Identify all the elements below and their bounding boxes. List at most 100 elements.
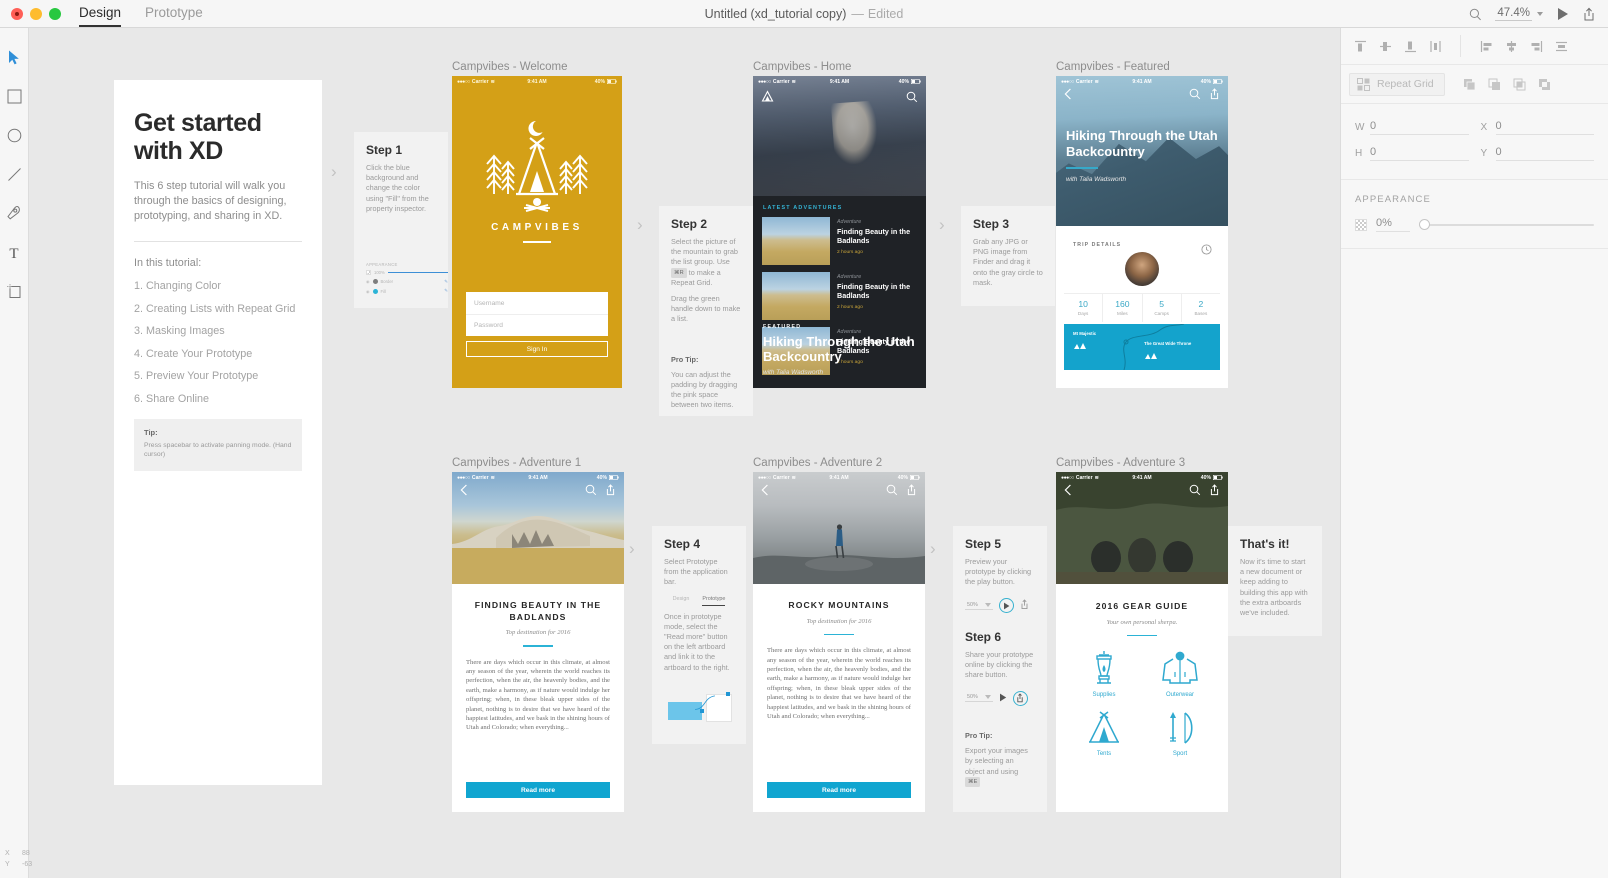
align-right-icon[interactable] (1525, 35, 1547, 57)
artboard-home[interactable]: ●●●○○ Carrier ≋ 9:41 AM 40% FEATURED Hik… (753, 76, 926, 388)
back-icon[interactable] (1064, 483, 1072, 501)
opacity-value[interactable]: 0% (1376, 217, 1410, 232)
select-tool[interactable] (3, 46, 25, 68)
slider-knob[interactable] (1419, 219, 1430, 230)
artboard-label-home[interactable]: Campvibes - Home (753, 61, 851, 73)
align-center-icon[interactable] (1500, 35, 1522, 57)
boolean-add-icon[interactable] (1459, 73, 1481, 95)
align-middle-icon[interactable] (1374, 35, 1396, 57)
align-bottom-icon[interactable] (1399, 35, 1421, 57)
search-icon[interactable] (1469, 8, 1482, 21)
gear-item-supplies[interactable]: Supplies (1066, 650, 1142, 698)
design-canvas[interactable]: Get started with XD This 6 step tutorial… (29, 28, 1340, 878)
distribute-vertical-icon[interactable] (1550, 35, 1572, 57)
trip-map[interactable]: Mt Majestic The Great Wide Throne (1064, 324, 1220, 370)
search-icon[interactable] (886, 483, 898, 501)
password-input[interactable]: Password (466, 314, 608, 336)
pager-dot[interactable] (545, 803, 549, 806)
search-icon[interactable] (1189, 87, 1201, 105)
artboard-adventure-3[interactable]: ●●●○○ Carrier ≋ 9:41 AM 40% 2016 GEAR GU… (1056, 472, 1228, 812)
back-icon[interactable] (1064, 87, 1072, 105)
pager-dot[interactable] (846, 803, 850, 806)
pager-dot[interactable] (558, 803, 561, 806)
search-icon[interactable] (585, 483, 597, 501)
height-field[interactable]: H 0 (1355, 146, 1469, 161)
read-more-button[interactable]: Read more (767, 782, 911, 798)
x-field[interactable]: X 0 (1481, 120, 1594, 135)
gear-item-tents[interactable]: Tents (1066, 711, 1142, 757)
opacity-slider[interactable] (1419, 219, 1594, 231)
pager-dot[interactable] (852, 803, 856, 806)
pager-dot[interactable] (834, 803, 838, 806)
artboard-featured[interactable]: ●●●○○ Carrier ≋ 9:41 AM 40% Hiking Throu… (1056, 76, 1228, 388)
pager-dot[interactable] (521, 803, 525, 806)
zoom-control[interactable]: 47.4% (1495, 7, 1543, 21)
play-preview-button[interactable] (1556, 7, 1569, 21)
pager-dot[interactable] (822, 803, 826, 806)
y-field[interactable]: Y 0 (1481, 146, 1594, 161)
artboard-adventure-2[interactable]: ●●●○○ Carrier ≋ 9:41 AM 40% ROCKY MOUNTA… (753, 472, 925, 812)
artboard-adventure-1[interactable]: ●●●○○ Carrier ≋ 9:41 AM 40% FINDING BEAU… (452, 472, 624, 812)
artboard-label-featured[interactable]: Campvibes - Featured (1056, 61, 1170, 73)
align-top-icon[interactable] (1349, 35, 1371, 57)
pager-dot[interactable] (533, 803, 537, 806)
pager-dot[interactable] (816, 803, 819, 806)
username-input[interactable]: Username (466, 292, 608, 314)
login-form[interactable]: Username Password (466, 292, 608, 336)
back-icon[interactable] (460, 483, 468, 501)
artboard-welcome[interactable]: ●●●○○ Carrier ≋ 9:41 AM 40% CAMPVIBES Us… (452, 76, 622, 388)
share-button[interactable] (1582, 7, 1596, 22)
tab-design[interactable]: Design (79, 5, 122, 27)
tab-prototype[interactable]: Prototype (145, 5, 203, 25)
boolean-intersect-icon[interactable] (1509, 73, 1531, 95)
gear-item-outerwear[interactable]: Outerwear (1142, 650, 1218, 698)
step-1-card[interactable]: Step 1 Click the blue background and cha… (354, 132, 448, 308)
artboard-label-adventure3[interactable]: Campvibes - Adventure 3 (1056, 457, 1185, 469)
read-more-button[interactable]: Read more (466, 782, 610, 798)
x-value[interactable]: 0 (1495, 120, 1594, 135)
width-value[interactable]: 0 (1370, 120, 1469, 135)
carousel-pager[interactable] (452, 803, 624, 806)
intro-artboard[interactable]: Get started with XD This 6 step tutorial… (114, 80, 322, 785)
rectangle-tool[interactable] (3, 85, 25, 107)
list-item[interactable]: Adventure Finding Beauty in the Badlands… (753, 217, 926, 272)
pager-dot[interactable] (551, 803, 555, 806)
pager-dot[interactable] (828, 803, 832, 806)
minimize-window-button[interactable] (30, 8, 42, 20)
back-icon[interactable] (761, 483, 769, 501)
line-tool[interactable] (3, 163, 25, 185)
pager-dot[interactable] (515, 803, 518, 806)
share-icon[interactable] (906, 483, 917, 501)
y-value[interactable]: 0 (1495, 146, 1594, 161)
zoom-level-value[interactable]: 47.4% (1495, 7, 1532, 21)
gear-item-sport[interactable]: Sport (1142, 711, 1218, 757)
artboard-label-welcome[interactable]: Campvibes - Welcome (452, 61, 567, 73)
share-icon[interactable] (1209, 87, 1220, 105)
step-4-card[interactable]: Step 4 Select Prototype from the applica… (652, 526, 746, 744)
pager-dot[interactable] (840, 803, 844, 806)
width-field[interactable]: W 0 (1355, 120, 1469, 135)
pager-dot[interactable] (859, 803, 862, 806)
carousel-pager[interactable] (753, 803, 925, 806)
step-2-card[interactable]: Step 2 Select the picture of the mountai… (659, 206, 753, 416)
distribute-horizontal-icon[interactable] (1424, 35, 1446, 57)
pager-dot[interactable] (527, 803, 531, 806)
search-icon[interactable] (906, 90, 918, 108)
pager-dot[interactable] (539, 803, 543, 806)
search-icon[interactable] (1189, 483, 1201, 501)
height-value[interactable]: 0 (1370, 146, 1469, 161)
maximize-window-button[interactable] (49, 8, 61, 20)
step-5-6-card[interactable]: Step 5 Preview your prototype by clickin… (953, 526, 1047, 812)
artboard-tool[interactable] (3, 280, 25, 302)
repeat-grid-button[interactable]: Repeat Grid (1349, 72, 1445, 96)
chevron-down-icon[interactable] (1537, 12, 1543, 16)
pen-tool[interactable] (3, 202, 25, 224)
artboard-label-adventure1[interactable]: Campvibes - Adventure 1 (452, 457, 581, 469)
ellipse-tool[interactable] (3, 124, 25, 146)
close-window-button[interactable] (11, 8, 23, 20)
sign-in-button[interactable]: Sign In (466, 341, 608, 357)
list-item[interactable]: Adventure Finding Beauty in the Badlands… (753, 272, 926, 327)
share-icon[interactable] (1209, 483, 1220, 501)
step-3-card[interactable]: Step 3 Grab any JPG or PNG image from Fi… (961, 206, 1055, 306)
boolean-exclude-icon[interactable] (1534, 73, 1556, 95)
